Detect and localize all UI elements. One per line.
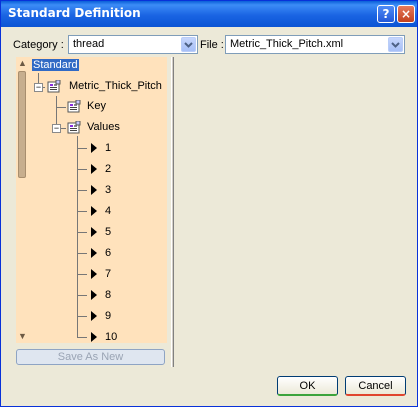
scroll-down-arrow[interactable]: ▼ (18, 331, 27, 341)
tree-node-value-6[interactable]: 6 (105, 247, 111, 263)
value-node-icon (91, 248, 97, 258)
ok-button[interactable]: OK (277, 376, 338, 396)
tree-node-value-2[interactable]: 2 (105, 163, 111, 179)
tree-node-label: Standard (32, 59, 79, 71)
tree-node-key[interactable]: Key (87, 100, 106, 116)
tree-node-label: 8 (105, 289, 112, 301)
save-as-new-button[interactable]: Save As New (16, 349, 165, 365)
category-select[interactable]: thread (68, 35, 198, 54)
value-node-icon (91, 311, 97, 321)
tree-node-label: Key (87, 100, 106, 112)
chevron-down-icon[interactable] (181, 37, 196, 52)
standard-definition-dialog: Standard Definition ? × Category : threa… (0, 0, 418, 407)
tree-node-value-4[interactable]: 4 (105, 205, 111, 221)
document-node-icon (67, 121, 81, 134)
help-button[interactable]: ? (377, 5, 395, 23)
value-node-icon (91, 290, 97, 300)
window-title: Standard Definition (8, 6, 141, 20)
file-value: Metric_Thick_Pitch.xml (230, 38, 344, 50)
collapse-icon[interactable]: − (34, 83, 43, 92)
tree-node-label: 4 (105, 205, 112, 217)
tree-node-label: 9 (105, 310, 112, 322)
value-node-icon (91, 143, 97, 153)
tree-node-value-1[interactable]: 1 (105, 142, 111, 158)
tree-node-value-3[interactable]: 3 (105, 184, 111, 200)
tree-node-metric-thick-pitch[interactable]: Metric_Thick_Pitch (69, 80, 162, 96)
close-button[interactable]: × (397, 5, 415, 23)
tree-node-value-10[interactable]: 10 (105, 331, 117, 347)
category-value: thread (73, 38, 105, 50)
category-label: Category : (13, 39, 64, 51)
tree-node-value-7[interactable]: 7 (105, 268, 111, 284)
tree-node-label: 6 (105, 247, 112, 259)
title-bar[interactable]: Standard Definition ? × (1, 1, 417, 27)
tree-node-values[interactable]: Values (87, 121, 120, 137)
tree-node-label: 3 (105, 184, 112, 196)
tree-node-label: 7 (105, 268, 112, 280)
document-node-icon (67, 100, 81, 113)
tree-node-label: 1 (105, 142, 112, 154)
tree-node-label: Metric_Thick_Pitch (69, 80, 162, 92)
scroll-up-arrow[interactable]: ▲ (18, 58, 27, 68)
value-node-icon (91, 269, 97, 279)
tree-node-label: 2 (105, 163, 112, 175)
value-node-icon (91, 206, 97, 216)
scrollbar-thumb[interactable] (18, 71, 26, 178)
tree-node-label: 5 (105, 226, 112, 238)
tree-node-standard[interactable]: Standard (32, 59, 79, 75)
file-select[interactable]: Metric_Thick_Pitch.xml (225, 35, 405, 54)
document-node-icon (47, 80, 61, 93)
value-node-icon (91, 332, 97, 342)
cancel-button[interactable]: Cancel (345, 376, 406, 396)
file-label: File : (200, 39, 224, 51)
tree-node-value-5[interactable]: 5 (105, 226, 111, 242)
value-node-icon (91, 164, 97, 174)
collapse-icon[interactable]: − (52, 124, 61, 133)
tree-node-value-8[interactable]: 8 (105, 289, 111, 305)
splitter[interactable] (171, 57, 174, 367)
tree-node-value-9[interactable]: 9 (105, 310, 111, 326)
value-node-icon (91, 227, 97, 237)
value-node-icon (91, 185, 97, 195)
tree-node-label: Values (87, 121, 120, 133)
tree-node-label: 10 (105, 331, 118, 343)
chevron-down-icon[interactable] (388, 37, 403, 52)
